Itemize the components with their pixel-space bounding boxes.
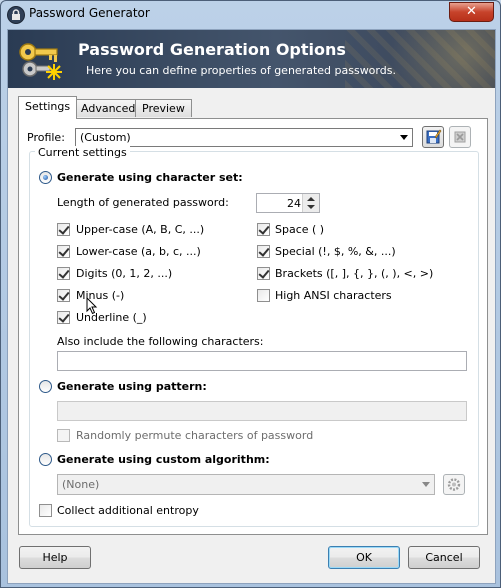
entropy-label: Collect additional entropy bbox=[57, 504, 199, 517]
custom-algorithm-dropdown[interactable]: (None) bbox=[57, 474, 435, 495]
lowercase-checkbox[interactable] bbox=[57, 245, 70, 258]
charset-radio[interactable] bbox=[39, 171, 52, 184]
banner-subtitle: Here you can define properties of genera… bbox=[86, 64, 396, 77]
pattern-label: Generate using pattern: bbox=[57, 380, 207, 393]
permute-label: Randomly permute characters of password bbox=[76, 429, 314, 442]
window-title: Password Generator bbox=[29, 6, 150, 20]
spin-down-icon[interactable] bbox=[307, 205, 315, 209]
space-checkbox[interactable] bbox=[257, 223, 270, 236]
special-checkbox[interactable] bbox=[257, 245, 270, 258]
banner-title: Password Generation Options bbox=[78, 40, 346, 59]
help-button[interactable]: Help bbox=[19, 546, 91, 569]
minus-label: Minus (-) bbox=[76, 289, 125, 302]
brackets-label: Brackets ([, ], {, }, (, ), <, >) bbox=[275, 267, 434, 280]
ok-button[interactable]: OK bbox=[328, 546, 400, 569]
password-generator-window: Password Generator ✕ Password Generation… bbox=[0, 0, 501, 588]
custom-algorithm-label: Generate using custom algorithm: bbox=[57, 453, 270, 466]
uppercase-label: Upper-case (A, B, C, ...) bbox=[76, 223, 205, 236]
brackets-checkbox[interactable] bbox=[257, 267, 270, 280]
banner-decoration bbox=[345, 30, 495, 88]
title-bar[interactable]: Password Generator ✕ bbox=[1, 1, 500, 27]
pattern-input[interactable] bbox=[57, 401, 467, 421]
also-include-input[interactable] bbox=[57, 351, 467, 371]
length-label: Length of generated password: bbox=[57, 196, 229, 209]
high-ansi-checkbox[interactable] bbox=[257, 289, 270, 302]
settings-tab-page: Profile: (Custom) Current settings Gener… bbox=[18, 118, 488, 535]
profile-dropdown[interactable]: (Custom) bbox=[75, 128, 413, 147]
minus-checkbox[interactable] bbox=[57, 289, 70, 302]
mouse-cursor-icon bbox=[86, 297, 98, 315]
space-label: Space ( ) bbox=[275, 223, 325, 236]
spin-up-icon[interactable] bbox=[307, 197, 315, 201]
tab-advanced[interactable]: Advanced bbox=[74, 99, 143, 117]
special-label: Special (!, $, %, &, ...) bbox=[275, 245, 396, 258]
algorithm-options-button[interactable] bbox=[443, 474, 465, 495]
gear-icon bbox=[447, 478, 461, 491]
tab-preview[interactable]: Preview bbox=[135, 99, 192, 117]
delete-profile-button[interactable] bbox=[449, 126, 471, 148]
custom-algorithm-radio[interactable] bbox=[39, 453, 52, 466]
uppercase-checkbox[interactable] bbox=[57, 223, 70, 236]
length-spin-buttons[interactable] bbox=[302, 194, 319, 212]
chevron-down-icon bbox=[400, 135, 408, 140]
profile-value: (Custom) bbox=[80, 131, 131, 144]
current-settings-caption: Current settings bbox=[35, 146, 130, 159]
cancel-button[interactable]: Cancel bbox=[408, 546, 480, 569]
entropy-checkbox[interactable] bbox=[39, 504, 52, 517]
digits-checkbox[interactable] bbox=[57, 267, 70, 280]
digits-label: Digits (0, 1, 2, ...) bbox=[76, 267, 173, 280]
charset-label: Generate using character set: bbox=[57, 171, 243, 184]
custom-algorithm-value: (None) bbox=[62, 478, 100, 491]
high-ansi-label: High ANSI characters bbox=[275, 289, 392, 302]
dialog-client: Password Generation Options Here you can… bbox=[7, 29, 496, 584]
length-stepper[interactable]: 24 bbox=[256, 193, 320, 213]
length-value: 24 bbox=[287, 197, 301, 210]
lock-icon bbox=[7, 6, 25, 24]
lowercase-label: Lower-case (a, b, c, ...) bbox=[76, 245, 201, 258]
delete-icon bbox=[454, 131, 466, 143]
close-button[interactable]: ✕ bbox=[449, 2, 494, 22]
save-profile-button[interactable] bbox=[422, 126, 444, 148]
underline-checkbox[interactable] bbox=[57, 311, 70, 324]
banner: Password Generation Options Here you can… bbox=[8, 30, 495, 88]
key-icon bbox=[19, 43, 62, 80]
profile-label: Profile: bbox=[27, 131, 65, 144]
also-include-label: Also include the following characters: bbox=[57, 335, 264, 348]
permute-checkbox[interactable] bbox=[57, 429, 70, 442]
tab-settings[interactable]: Settings bbox=[18, 96, 78, 119]
save-profile-icon bbox=[426, 129, 442, 144]
chevron-down-icon bbox=[422, 482, 430, 487]
pattern-radio[interactable] bbox=[39, 380, 52, 393]
